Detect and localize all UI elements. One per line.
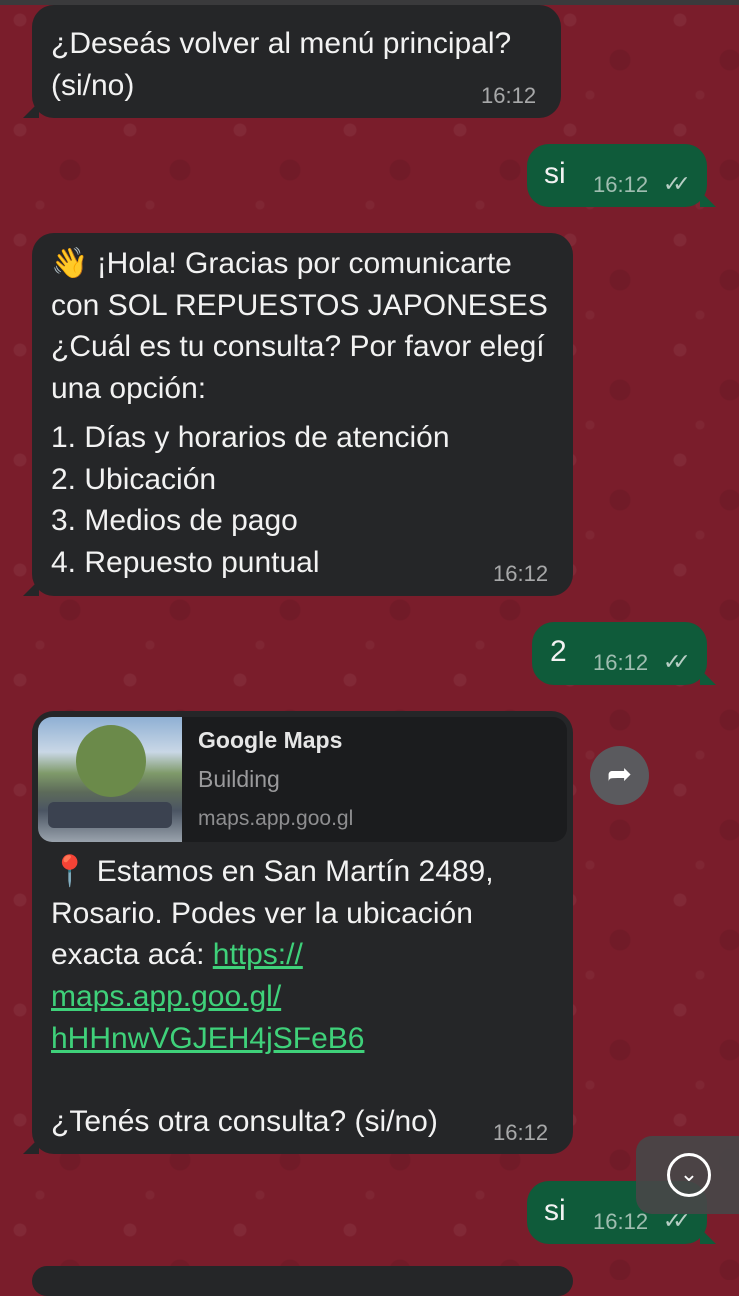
message-incoming-partial	[32, 1266, 573, 1296]
chevron-down-icon: ⌄	[667, 1153, 711, 1197]
message-incoming[interactable]: ¿Deseás volver al menú principal? (si/no…	[23, 5, 561, 118]
maps-link[interactable]: maps.app.goo.gl/	[51, 976, 281, 1018]
thumbnail-tree	[76, 725, 146, 797]
preview-title: Google Maps	[198, 727, 343, 753]
message-incoming[interactable]: 👋 ¡Hola! Gracias por comunicarte con SOL…	[23, 233, 573, 596]
message-text: si	[544, 157, 566, 190]
scroll-to-bottom-button[interactable]: ⌄	[636, 1136, 739, 1214]
option-item: 1. Días y horarios de atención	[51, 421, 450, 454]
message-outgoing[interactable]: si 16:12 ✓✓	[527, 144, 716, 207]
message-text: 👋 ¡Hola! Gracias por comunicarte con SOL…	[51, 243, 561, 409]
preview-subtitle: Building	[198, 766, 280, 792]
link-preview-card[interactable]: Google Maps Building maps.app.goo.gl	[38, 717, 567, 842]
message-time: 16:12	[493, 1120, 549, 1145]
followup-question: ¿Tenés otra consulta? (si/no)	[51, 1105, 438, 1138]
message-text: ¿Deseás volver al menú principal? (si/no…	[51, 27, 520, 102]
maps-link[interactable]: https://	[213, 938, 303, 971]
option-item: 2. Ubicación	[51, 462, 217, 496]
preview-domain: maps.app.goo.gl	[198, 807, 354, 830]
forward-arrow-icon[interactable]: ➦	[590, 746, 649, 805]
option-item: 3. Medios de pago	[51, 504, 298, 537]
maps-link[interactable]: hHHnwVGJEH4jSFeB6	[51, 1018, 364, 1060]
message-text: 📍 Estamos en San Martín 2489, Rosario. P…	[51, 851, 561, 976]
double-check-icon: ✓✓	[663, 171, 691, 196]
message-text: 2	[550, 635, 567, 668]
message-time: 16:12	[593, 172, 649, 197]
double-check-icon: ✓✓	[663, 649, 691, 674]
option-item: 4. Repuesto puntual	[51, 545, 320, 579]
waving-hand-emoji: 👋	[51, 247, 89, 280]
options-list: 1. Días y horarios de atención 2. Ubicac…	[51, 417, 450, 583]
message-time: 16:12	[481, 83, 537, 108]
location-thumbnail	[38, 717, 182, 842]
message-incoming[interactable]: Google Maps Building maps.app.goo.gl 📍 E…	[23, 711, 573, 1154]
message-time: 16:12	[493, 561, 549, 586]
pushpin-emoji: 📍	[51, 855, 89, 888]
message-outgoing[interactable]: 2 16:12 ✓✓	[532, 622, 716, 685]
message-time: 16:12	[593, 650, 649, 675]
message-text: si	[544, 1194, 566, 1227]
greeting-text: ¡Hola! Gracias por comunicarte con SOL R…	[51, 247, 557, 405]
message-time: 16:12	[593, 1209, 649, 1234]
thumbnail-cars	[48, 802, 172, 828]
